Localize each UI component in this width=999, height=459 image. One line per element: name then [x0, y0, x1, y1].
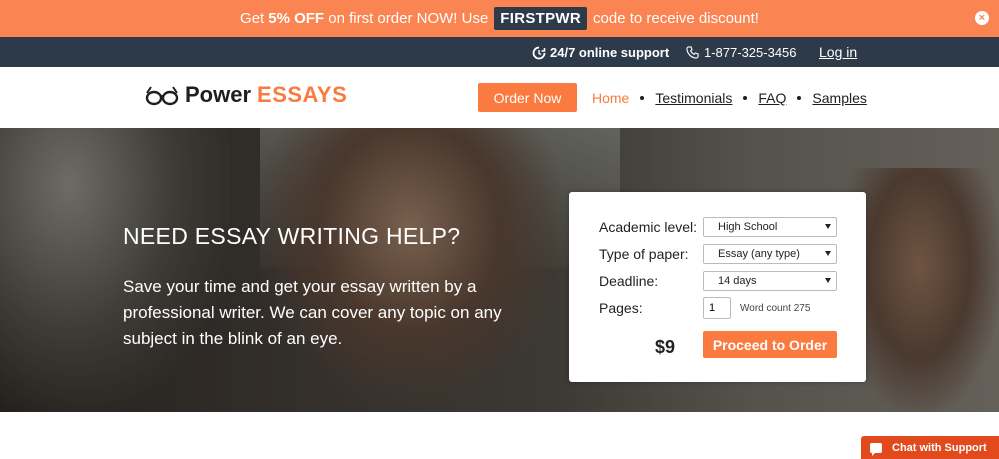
deadline-label: Deadline: — [599, 273, 659, 289]
dropdown-arrow-icon — [825, 278, 831, 283]
deadline-value: 14 days — [718, 275, 757, 287]
order-now-button[interactable]: Order Now — [478, 83, 577, 112]
hero-subtitle: Save your time and get your essay writte… — [123, 277, 502, 348]
phone-label: 1-877-325-3456 — [704, 45, 797, 60]
nav-faq[interactable]: FAQ — [758, 90, 786, 106]
support-clock-icon — [532, 46, 546, 59]
promo-middle: on first order NOW! Use — [324, 10, 489, 27]
price-display: $9 — [655, 337, 676, 357]
promo-suffix: code to receive discount! — [593, 10, 759, 27]
paper-type-select[interactable]: Essay (any type) — [703, 244, 837, 264]
academic-level-value: High School — [718, 221, 778, 233]
deadline-select[interactable]: 14 days — [703, 271, 837, 291]
promo-discount: 5% OFF — [268, 10, 325, 27]
site-header: Power ESSAYS Order Now Home Testimonials… — [0, 67, 999, 128]
nav-home[interactable]: Home — [592, 90, 629, 106]
paper-type-label: Type of paper: — [599, 246, 689, 262]
site-logo[interactable]: Power ESSAYS — [145, 82, 347, 108]
academic-level-label: Academic level: — [599, 219, 698, 235]
support-label: 24/7 online support — [550, 45, 670, 60]
phone-icon — [686, 46, 699, 59]
dropdown-arrow-icon — [825, 251, 831, 256]
promo-prefix: Get — [240, 10, 265, 27]
online-support: 24/7 online support — [532, 45, 669, 60]
chat-bubble-icon — [870, 442, 882, 456]
nav-samples[interactable]: Samples — [812, 90, 866, 106]
nav-separator — [640, 96, 645, 100]
phone-number[interactable]: 1-877-325-3456 — [686, 45, 797, 60]
proceed-to-order-button[interactable]: Proceed to Order — [703, 331, 837, 358]
nav-testimonials[interactable]: Testimonials — [655, 90, 732, 106]
nav-separator — [743, 96, 748, 100]
academic-level-select[interactable]: High School — [703, 217, 837, 237]
glasses-icon — [145, 86, 179, 106]
hero-title: NEED ESSAY WRITING HELP? — [123, 223, 461, 249]
order-calculator: Academic level: High School Type of pape… — [569, 192, 866, 382]
chat-support-button[interactable]: Chat with Support — [861, 436, 999, 459]
login-link[interactable]: Log in — [819, 44, 857, 60]
logo-power: Power — [185, 82, 252, 107]
word-count: Word count 275 — [740, 303, 811, 314]
logo-essays: ESSAYS — [257, 82, 348, 107]
main-nav: Home Testimonials FAQ Samples — [592, 90, 867, 106]
close-icon[interactable]: × — [975, 11, 989, 25]
pages-label: Pages: — [599, 300, 643, 316]
nav-separator — [797, 96, 802, 100]
chat-label: Chat with Support — [892, 441, 987, 454]
promo-banner: Get 5% OFF on first order NOW! Use FIRST… — [0, 0, 999, 37]
hero-section: NEED ESSAY WRITING HELP? Save your time … — [0, 128, 999, 412]
dropdown-arrow-icon — [825, 224, 831, 229]
top-bar: 24/7 online support 1-877-325-3456 Log i… — [0, 37, 999, 67]
pages-input[interactable] — [703, 297, 731, 319]
paper-type-value: Essay (any type) — [718, 248, 800, 260]
promo-code: FIRSTPWR — [494, 7, 588, 30]
